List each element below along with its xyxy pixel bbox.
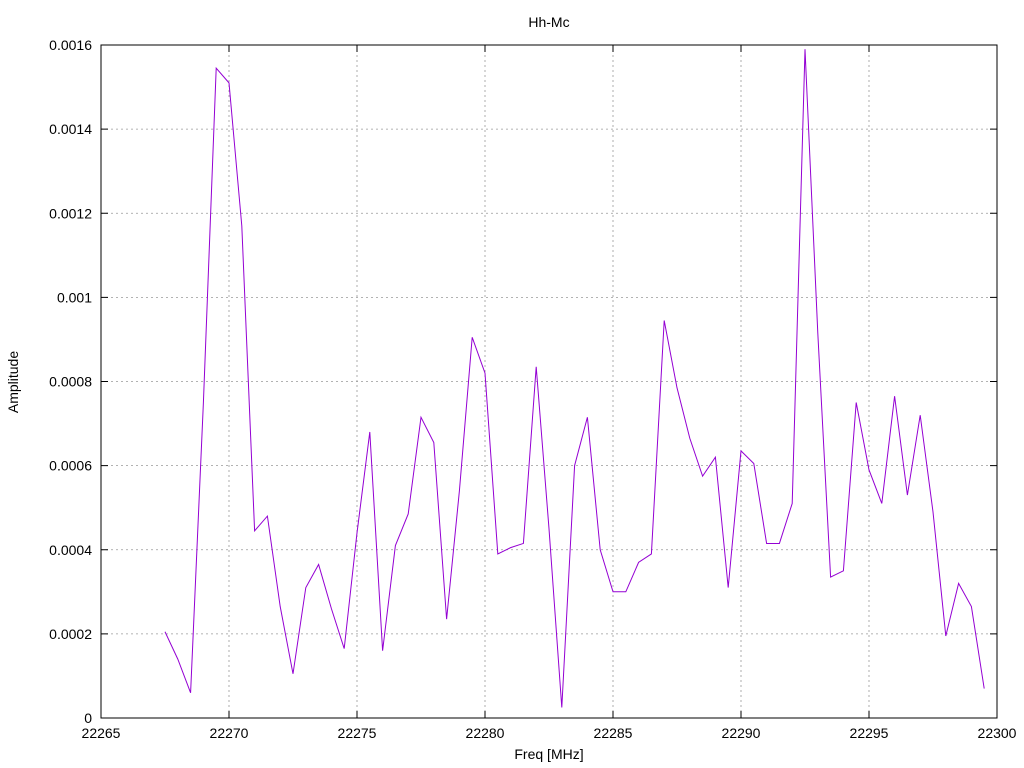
y-tick-label: 0	[84, 710, 92, 726]
x-tick-label: 22295	[850, 725, 889, 741]
x-tick-label: 22300	[978, 725, 1017, 741]
y-tick-label: 0.0006	[49, 458, 92, 474]
y-tick-label: 0.0012	[49, 205, 92, 221]
x-tick-label: 22275	[338, 725, 377, 741]
chart-title: Hh-Mc	[528, 14, 569, 30]
y-tick-label: 0.0014	[49, 121, 92, 137]
y-axis-label: Amplitude	[5, 351, 21, 413]
y-tick-label: 0.0016	[49, 37, 92, 53]
y-tick-label: 0.001	[57, 289, 92, 305]
x-tick-label: 22290	[722, 725, 761, 741]
y-tick-label: 0.0008	[49, 374, 92, 390]
x-tick-label: 22285	[594, 725, 633, 741]
grid-lines	[101, 45, 997, 718]
x-axis-ticks: 22265 22270 22275 22280 22285 22290 22295 22300	[82, 45, 1017, 741]
amplitude-chart: Hh-Mc 22265 22270 22275 22280 22285 22290 2229…	[5, 14, 1017, 762]
y-tick-label: 0.0002	[49, 626, 92, 642]
x-tick-label: 22270	[210, 725, 249, 741]
x-axis-label: Freq [MHz]	[514, 746, 583, 762]
y-tick-label: 0.0004	[49, 542, 92, 558]
series-line	[164, 49, 985, 708]
x-tick-label: 22280	[466, 725, 505, 741]
x-tick-label: 22265	[82, 725, 121, 741]
